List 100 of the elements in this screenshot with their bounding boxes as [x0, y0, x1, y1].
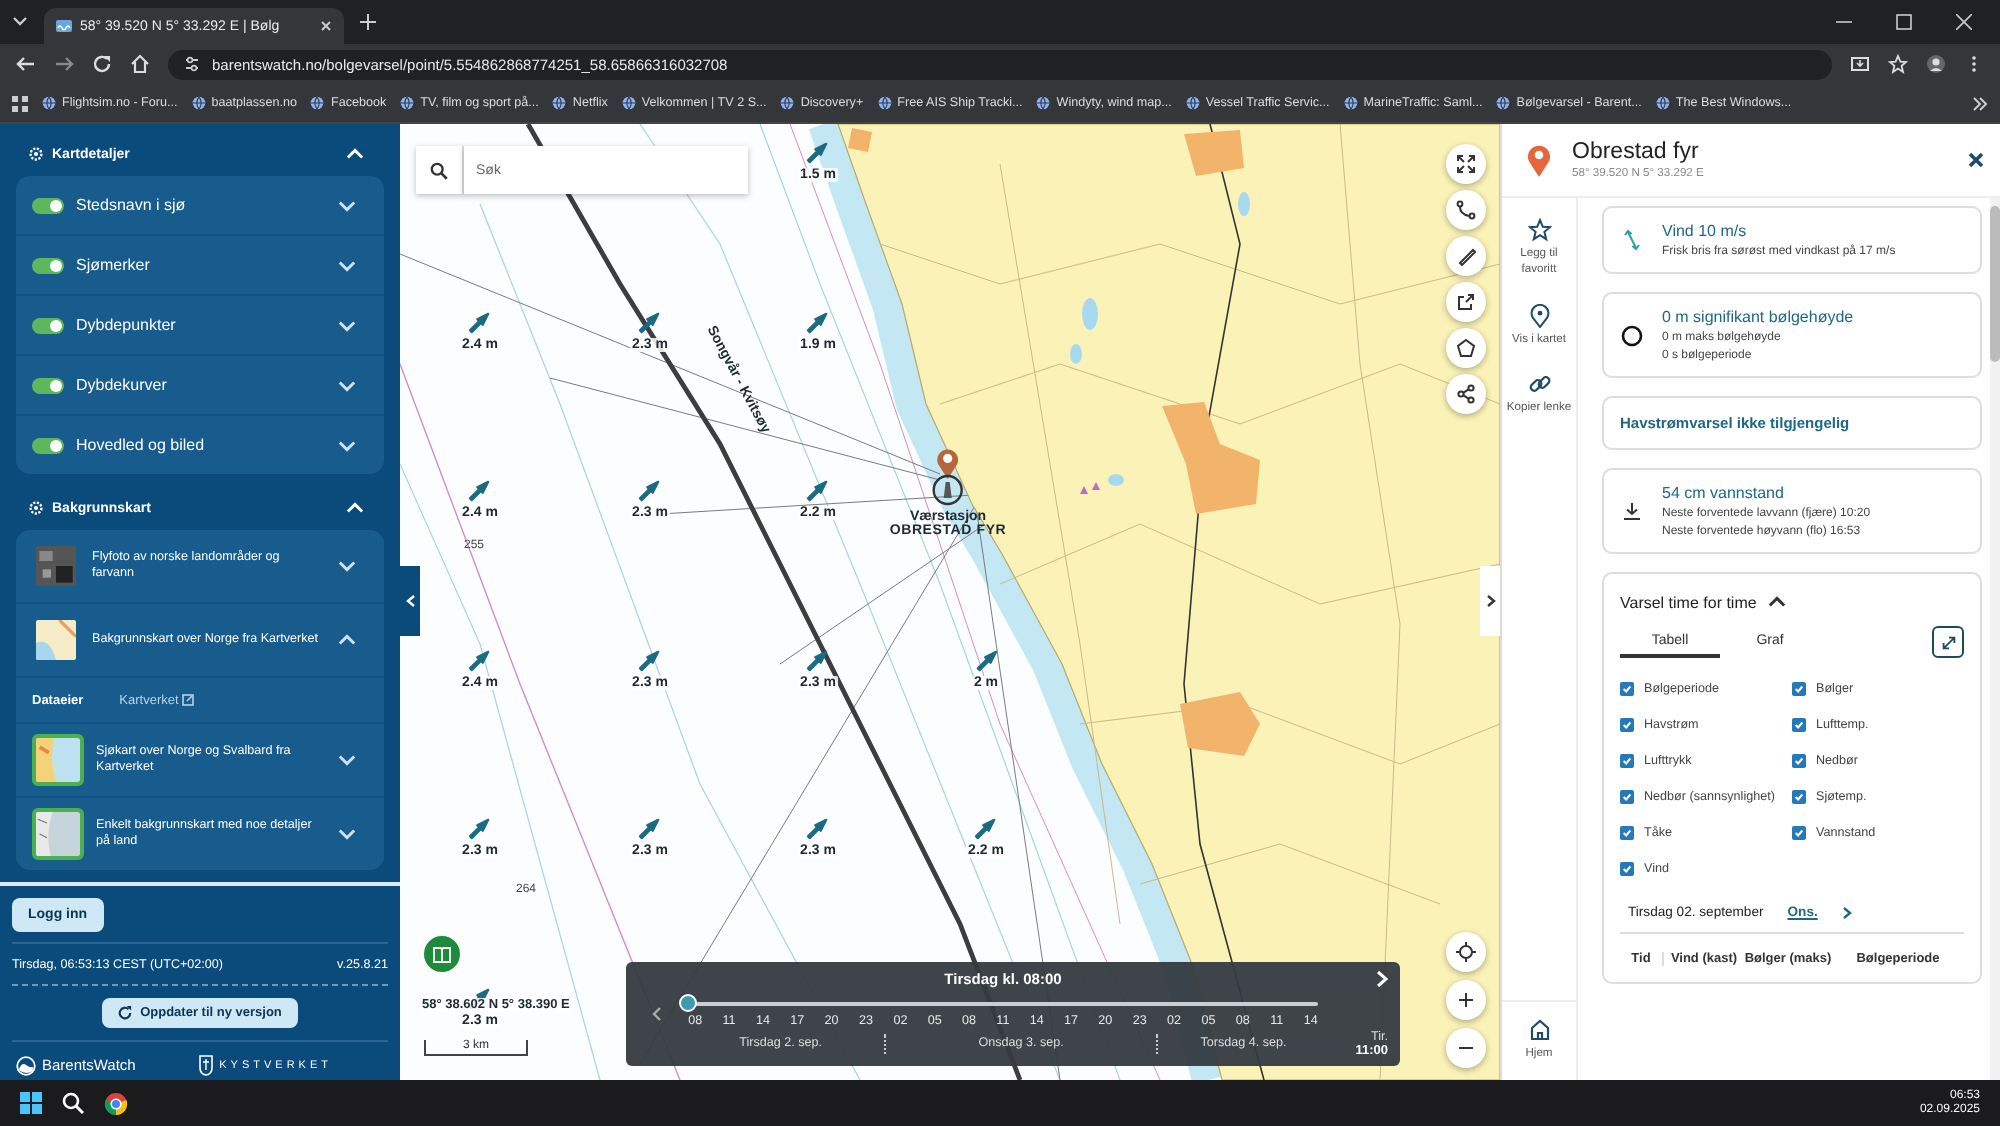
- lake: [1238, 192, 1250, 216]
- tab-search-button[interactable]: [12, 16, 28, 28]
- lake: [1108, 474, 1124, 486]
- wave-direction-arrow-icon: [469, 311, 491, 333]
- checkbox[interactable]: [1620, 717, 1634, 731]
- favicon-icon: [1343, 96, 1358, 110]
- home-icon: [1527, 1018, 1551, 1043]
- toggle-switch[interactable]: [32, 437, 64, 453]
- collapse-button[interactable]: [342, 498, 368, 518]
- next-day-button[interactable]: [1841, 905, 1852, 919]
- chevron-right-icon: [1376, 970, 1388, 988]
- wave-direction-arrow-icon: [639, 311, 661, 333]
- collapse-button[interactable]: [1764, 592, 1791, 612]
- place-title: Obrestad fyr: [1572, 140, 1701, 164]
- map-thumbnail[interactable]: [32, 616, 80, 664]
- maximize-button[interactable]: [1896, 14, 1912, 30]
- chevron-up-icon: [1768, 596, 1787, 608]
- beacon-marks: [1080, 482, 1100, 494]
- refresh-icon: [118, 1006, 133, 1020]
- checkbox[interactable]: [1620, 681, 1634, 695]
- favicon-icon: [1496, 96, 1511, 110]
- collapse-sidebar-button[interactable]: [400, 566, 420, 636]
- home-button[interactable]: [130, 54, 150, 74]
- chevron-double-right-icon: [1972, 95, 1988, 111]
- search-button[interactable]: [62, 1092, 84, 1114]
- start-button[interactable]: [20, 1092, 42, 1114]
- collapse-button[interactable]: [342, 144, 368, 164]
- browser-taskbar-button[interactable]: [104, 1091, 128, 1115]
- install-button[interactable]: [1850, 54, 1870, 74]
- chevron-down-icon: [338, 259, 356, 271]
- chevron-down-icon: [338, 439, 356, 451]
- favicon-icon: [42, 96, 56, 110]
- layer-label: Dybdekurver: [76, 376, 169, 394]
- map-thumbnail[interactable]: [32, 542, 80, 590]
- checkbox[interactable]: [1792, 681, 1806, 695]
- plus-icon: [360, 14, 376, 30]
- reload-icon: [92, 54, 112, 74]
- check-icon: [1622, 791, 1632, 801]
- checkbox[interactable]: [1792, 825, 1806, 839]
- map-thumbnail[interactable]: [32, 808, 84, 860]
- expand-button[interactable]: [334, 630, 360, 650]
- checkbox[interactable]: [1620, 789, 1634, 803]
- favicon-icon: [1036, 96, 1051, 110]
- card-title: 54 cm vannstand: [1662, 484, 1786, 502]
- next-button[interactable]: [1376, 970, 1388, 988]
- toggle-switch[interactable]: [32, 377, 64, 393]
- checkbox[interactable]: [1792, 717, 1806, 731]
- star-icon: [1888, 54, 1908, 74]
- expand-panel-button[interactable]: [1480, 566, 1500, 636]
- new-tab-button[interactable]: [360, 14, 376, 30]
- apps-button[interactable]: [12, 95, 28, 111]
- map-thumbnail[interactable]: [32, 734, 84, 786]
- location-pin-icon: [936, 448, 960, 480]
- check-icon: [1622, 863, 1632, 873]
- town-area: [1180, 692, 1260, 756]
- close-icon: [1968, 152, 1984, 168]
- checkbox[interactable]: [1620, 753, 1634, 767]
- toggle-switch[interactable]: [32, 197, 64, 213]
- reload-button[interactable]: [92, 54, 112, 74]
- slider-thumb[interactable]: [679, 994, 697, 1012]
- bookmark-star-button[interactable]: [1888, 54, 1908, 74]
- card-title: 0 m signifikant bølgehøyde: [1662, 308, 1854, 326]
- forward-button[interactable]: [54, 54, 74, 74]
- chevron-down-icon: [338, 379, 356, 391]
- expand-button[interactable]: [1932, 626, 1964, 658]
- crosshair-icon: [1456, 942, 1476, 962]
- checkbox[interactable]: [1792, 789, 1806, 803]
- chevron-down-icon: [338, 560, 356, 572]
- checkbox[interactable]: [1620, 825, 1634, 839]
- location-pin-icon: [1526, 143, 1552, 177]
- window-close-button[interactable]: [1956, 14, 1972, 30]
- toggle-switch[interactable]: [32, 317, 64, 333]
- share-box-icon: [1456, 292, 1476, 312]
- lighthouse-icon: [932, 474, 964, 506]
- toggle-switch[interactable]: [32, 257, 64, 273]
- checkbox[interactable]: [1620, 861, 1634, 875]
- chevron-right-icon: [1485, 594, 1495, 608]
- expand-button[interactable]: [334, 556, 360, 576]
- wave-direction-arrow-icon: [639, 480, 661, 502]
- download-icon: [1620, 499, 1644, 523]
- back-button[interactable]: [16, 54, 36, 74]
- ruler-icon: [1456, 246, 1476, 266]
- favicon-icon: [1655, 96, 1670, 110]
- town-area: [1184, 130, 1244, 176]
- profile-button[interactable]: [1926, 54, 1946, 74]
- expand-button[interactable]: [334, 824, 360, 844]
- chevron-down-icon: [12, 16, 28, 28]
- more-bookmarks-button[interactable]: [1972, 95, 1988, 111]
- checkbox[interactable]: [1792, 753, 1806, 767]
- gear-icon: [28, 500, 44, 516]
- close-icon: [1956, 14, 1972, 30]
- close-button[interactable]: [1968, 152, 1984, 168]
- chevron-left-icon: [405, 594, 415, 608]
- favicon-icon: [877, 96, 892, 110]
- arrow-right-icon: [54, 54, 74, 74]
- search-button[interactable]: [416, 146, 464, 194]
- wind-direction-icon: [1620, 228, 1644, 252]
- expand-button[interactable]: [334, 750, 360, 770]
- chevron-down-icon: [338, 199, 356, 211]
- check-icon: [1794, 827, 1804, 837]
